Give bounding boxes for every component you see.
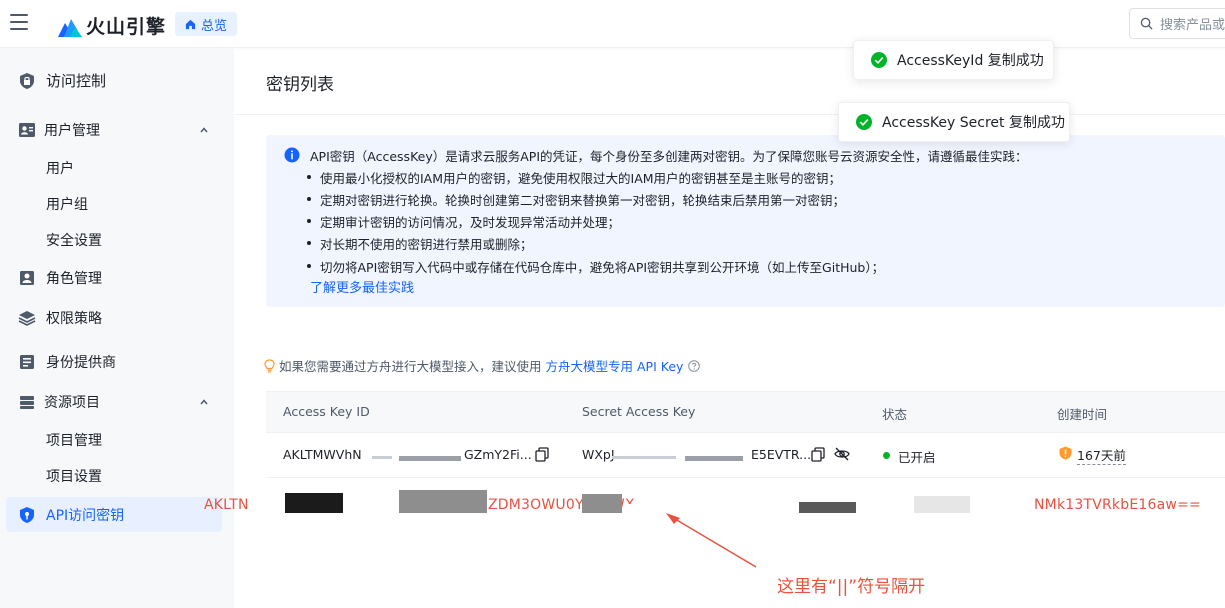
pasted-key-left: AKLTN <box>204 497 249 513</box>
sidebar-label: 安全设置 <box>46 233 102 249</box>
sidebar-item-access-control[interactable]: 访问控制 <box>0 64 234 96</box>
created-time-text: 167天前 <box>1077 448 1126 465</box>
success-icon <box>871 52 887 68</box>
sidebar-label: 访问控制 <box>46 71 107 90</box>
brand-logo[interactable]: 火山引擎 <box>58 12 166 39</box>
info-heading: API密钥（AccessKey）是请求云服务API的凭证，每个身份至多创建两对密… <box>310 149 1028 164</box>
sidebar-item-user-groups[interactable]: 用户组 <box>0 192 234 216</box>
shield-key-icon <box>20 507 34 523</box>
redaction <box>399 490 487 513</box>
role-icon <box>20 271 34 285</box>
menu-icon[interactable] <box>10 14 28 30</box>
tip-text: 如果您需要通过方舟进行大模型接入，建议使用 <box>279 359 542 374</box>
sidebar-label: API访问密钥 <box>46 507 125 524</box>
column-header-status: 状态 <box>882 407 908 422</box>
annotation-note: 这里有“||”符号隔开 <box>777 577 926 597</box>
secret-key-end: E5EVTR... <box>751 447 812 462</box>
ark-api-key-link[interactable]: 方舟大模型专用 API Key <box>546 356 684 375</box>
layers-icon <box>18 311 36 326</box>
divider <box>234 114 1225 115</box>
sidebar-item-policies[interactable]: 权限策略 <box>0 306 234 330</box>
sidebar-label: 身份提供商 <box>46 355 116 371</box>
sidebar-label: 用户 <box>46 161 74 177</box>
redaction <box>582 494 622 513</box>
sidebar-label: 角色管理 <box>46 271 102 287</box>
folder-stack-icon <box>20 396 34 409</box>
redaction <box>612 456 676 459</box>
info-icon <box>284 147 300 163</box>
redaction <box>799 502 856 513</box>
toast-message: AccessKeyId 复制成功 <box>897 53 1044 69</box>
redaction <box>372 456 392 459</box>
redaction <box>685 456 743 461</box>
pasted-key-right: NMk13TVRkbE16aw== <box>1034 497 1201 513</box>
sidebar-label: 项目管理 <box>46 433 102 449</box>
sidebar-label: 用户管理 <box>44 123 100 139</box>
access-key-id-end: GZmY2Fi... <box>464 447 532 462</box>
created-time[interactable]: 167天前 <box>1077 445 1126 465</box>
redaction <box>914 496 970 513</box>
sidebar-label: 权限策略 <box>46 311 102 327</box>
secret-key-start: WXpJ <box>582 447 615 462</box>
sidebar-item-user-management[interactable]: 用户管理 <box>0 118 234 142</box>
shield-lock-icon <box>20 73 34 89</box>
sidebar-item-api-keys[interactable]: API访问密钥 <box>6 497 222 532</box>
sidebar-label: 用户组 <box>46 197 88 213</box>
search-input[interactable]: 搜索产品或 <box>1129 8 1225 39</box>
learn-more-link[interactable]: 了解更多最佳实践 <box>310 277 414 296</box>
ark-tip: 如果您需要通过方舟进行大模型接入，建议使用 方舟大模型专用 API Key <box>264 356 701 375</box>
info-item: 对长期不使用的密钥进行禁用或删除； <box>307 234 533 253</box>
search-placeholder: 搜索产品或 <box>1160 18 1225 33</box>
user-card-icon <box>19 123 35 137</box>
chevron-up-icon[interactable] <box>199 397 209 407</box>
copy-icon[interactable] <box>811 447 825 462</box>
sidebar-label: 资源项目 <box>44 395 100 411</box>
sidebar-item-project-management[interactable]: 项目管理 <box>0 428 234 452</box>
info-item: 使用最小化授权的IAM用户的密钥，避免使用权限过大的IAM用户的密钥甚至是主账号… <box>306 168 841 187</box>
home-icon <box>185 19 196 29</box>
sidebar-item-resource-projects[interactable]: 资源项目 <box>0 390 234 414</box>
copy-icon[interactable] <box>535 447 549 462</box>
sidebar-item-role-management[interactable]: 角色管理 <box>0 266 234 290</box>
page-title: 密钥列表 <box>266 75 334 95</box>
overview-label: 总览 <box>201 18 228 34</box>
id-card-icon <box>20 355 34 369</box>
brand-name: 火山引擎 <box>86 16 167 38</box>
lightbulb-icon <box>264 358 275 372</box>
overview-button[interactable]: 总览 <box>175 12 238 36</box>
sidebar-item-project-settings[interactable]: 项目设置 <box>0 464 234 488</box>
chevron-up-icon[interactable] <box>199 125 209 135</box>
eye-off-icon[interactable] <box>834 446 850 462</box>
column-header-access-key-id: Access Key ID <box>283 404 370 419</box>
toast-akid-copied: AccessKeyId 复制成功 <box>853 40 1054 80</box>
annotation-arrow-icon <box>666 513 757 568</box>
sidebar-label: 项目设置 <box>46 469 102 485</box>
redaction <box>285 493 343 513</box>
help-icon[interactable] <box>688 359 701 372</box>
sidebar-item-security-settings[interactable]: 安全设置 <box>0 228 234 252</box>
column-header-secret-access-key: Secret Access Key <box>582 404 696 419</box>
sidebar-item-users[interactable]: 用户 <box>0 156 234 180</box>
toast-secret-copied: AccessKey Secret 复制成功 <box>838 102 1070 142</box>
shield-warning-icon <box>1059 446 1072 460</box>
info-item: 定期审计密钥的访问情况，及时发现异常活动并处理； <box>306 212 620 231</box>
volcano-logo-icon <box>58 18 82 37</box>
success-icon <box>856 114 872 130</box>
status-badge: 已开启 <box>898 450 936 465</box>
info-item: 定期对密钥进行轮换。轮换时创建第二对密钥来替换第一对密钥，轮换结束后禁用第一对密… <box>306 190 845 209</box>
redaction <box>399 456 461 461</box>
search-icon <box>1140 17 1153 30</box>
status-dot <box>883 452 890 459</box>
toast-message: AccessKey Secret 复制成功 <box>882 115 1065 131</box>
access-key-id-start: AKLTMWVhN <box>283 447 362 462</box>
column-header-created: 创建时间 <box>1057 407 1108 422</box>
info-item: 切勿将API密钥写入代码中或存储在代码仓库中，避免将API密钥共享到公开环境（如… <box>306 257 884 276</box>
sidebar-item-identity-providers[interactable]: 身份提供商 <box>0 350 234 374</box>
